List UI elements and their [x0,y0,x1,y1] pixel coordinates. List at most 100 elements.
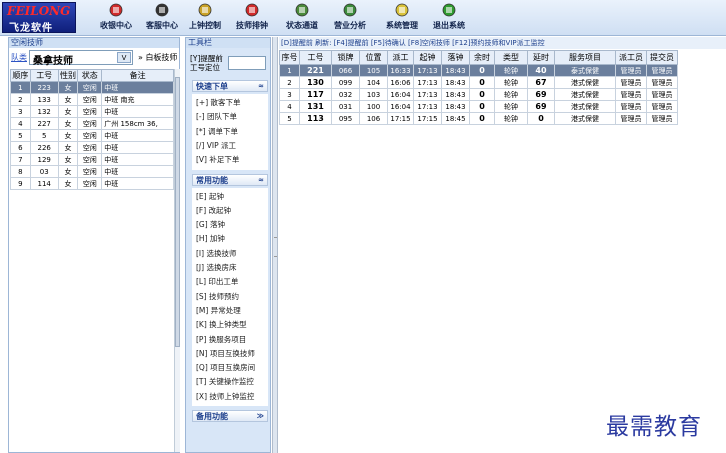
white-board-link[interactable]: » 白板技师 [138,52,177,63]
tool-item[interactable]: [X] 技师上钟监控 [192,389,268,404]
tool-item[interactable]: [J] 选换房床 [192,261,268,275]
table-row[interactable]: 3 117 032 103 16:04 17:13 18:43 0 轮钟 69 港式保健 管理员 管理员 [279,88,678,101]
tool-item[interactable]: [L] 印出工单 [192,275,268,290]
table-row[interactable]: 2 130 099 104 16:06 17:13 18:43 0 轮钟 67 港式保健 管理员 管理员 [279,76,678,89]
collapse-chevron-icon[interactable]: ≈ [258,81,264,92]
column-header[interactable]: 派工员 [615,50,647,65]
tool-item[interactable]: [S] 技师预约 [192,289,268,304]
table-cell: 132 [29,105,59,118]
collapse-chevron-icon[interactable]: ≈ [258,175,264,186]
tool-item[interactable]: [-] 团队下单 [192,110,268,125]
tool-section-header[interactable]: 备用功能 ≫ [192,410,268,422]
table-row[interactable]: 3 132 女空闲 中班 [10,105,174,118]
table-cell: 17:13 [413,76,442,89]
toolbar-button-2[interactable]: 客服中心 [138,2,186,34]
table-cell: 中班 [101,165,174,178]
column-header[interactable]: 提交员 [646,50,678,65]
toolbar-button-1[interactable]: 收银中心 [92,2,140,34]
toolbar-button-5[interactable]: 状态通道 [278,2,326,34]
column-header[interactable]: 性别 [57,69,79,82]
queue-type-value: 桑拿技师 [33,56,73,67]
tool-item[interactable]: [G] 落钟 [192,218,268,233]
column-header[interactable]: 序号 [279,50,300,65]
logo-text-cn: 飞龙软件 [9,23,53,34]
tool-section-header[interactable]: 常用功能 ≈ [192,173,268,186]
table-cell: 17:13 [413,88,442,101]
technician-table-scrollbar[interactable] [174,69,180,452]
table-cell: 17:15 [387,112,414,125]
table-cell: 0 [469,112,495,125]
queue-type-select[interactable]: 桑拿技师 V [29,50,133,67]
toolbar-button-6[interactable]: 营业分析 [326,2,374,34]
employee-id-locate-input[interactable] [228,56,266,70]
column-header[interactable]: 工号 [29,69,59,82]
column-header[interactable]: 备注 [101,69,174,82]
column-header[interactable]: 位置 [359,50,388,65]
toolbar-button-4[interactable]: 技师排钟 [228,2,276,34]
column-header[interactable]: 延时 [527,50,555,65]
tool-item[interactable]: [+] 散客下单 [192,96,268,110]
tools-panel: 工具栏 [Y]提醒前 工号定位 快速下单 ≈ [+] 散客下单 [-] 团队下单 [*]… [185,37,271,453]
column-header[interactable]: 状态 [77,69,103,82]
tool-item[interactable]: [T] 关键操作监控 [192,375,268,390]
table-row[interactable]: 5 113 095 106 17:15 17:15 18:45 0 轮钟 0 港式保健 管理员 管理员 [279,112,678,125]
orders-table: 序号 工号 锁牌 位置 派工 起钟 落钟 余时 类型 延时 服务项目 派工员 提交员 1 221 066 10… [279,50,678,125]
table-cell: 18:43 [441,88,470,101]
tool-section-header[interactable]: 快速下单 ≈ [192,80,268,92]
table-row[interactable]: 7 129 女空闲 中班 [10,153,174,166]
table-cell: 港式保健 [554,88,616,101]
toolbar-button-3[interactable]: 上钟控制 [181,2,229,34]
scrollbar-thumb[interactable] [175,77,180,347]
table-row[interactable]: 5 5 女空闲 中班 [10,129,174,142]
toolbar-button-8[interactable]: 退出系统 [425,2,473,34]
table-cell: 105 [359,64,388,77]
tool-item[interactable]: [N] 项目互换技师 [192,346,268,361]
table-cell: 中班 [101,141,174,154]
table-cell: 3 [10,105,31,118]
tool-item[interactable]: [F] 改起钟 [192,203,268,218]
tool-item[interactable]: [/] VIP 派工 [192,138,268,153]
tool-item[interactable]: [Q] 项目互换房间 [192,361,268,376]
table-cell: 中班 [101,81,174,94]
tool-item[interactable]: [M] 异常处理 [192,303,268,318]
table-cell: 空闲 [77,129,103,142]
splitter-grip[interactable] [274,237,277,257]
tool-item[interactable]: [*] 调单下单 [192,124,268,139]
chevron-down-icon[interactable]: V [117,52,131,63]
column-header[interactable]: 余时 [469,50,495,65]
table-row[interactable]: 1 223 女空闲 中班 [10,81,174,94]
table-cell: 女 [57,105,79,118]
collapse-chevron-icon[interactable]: ≫ [257,411,264,422]
table-row[interactable]: 9 114 女空闲 中班 [10,177,174,190]
table-row[interactable]: 1 221 066 105 16:33 17:13 18:43 0 轮钟 40 泰式保健 管理员 管理员 [279,64,678,77]
queue-type-link[interactable]: 队类 [11,52,27,63]
table-row[interactable]: 2 133 女空闲 中班 南充 [10,93,174,106]
tool-item[interactable]: [H] 加钟 [192,232,268,247]
tool-item[interactable]: [V] 补足下单 [192,153,268,168]
table-cell: 空闲 [77,165,103,178]
tool-item[interactable]: [K] 换上钟类型 [192,318,268,333]
table-row[interactable]: 4 227 女空闲 广州 158cm 36, [10,117,174,130]
locate-label-line2: 工号定位 [190,63,220,72]
table-row[interactable]: 4 131 031 100 16:04 17:13 18:43 0 轮钟 69 港式保健 管理员 管理员 [279,100,678,113]
table-row[interactable]: 8 03 女空闲 中班 [10,165,174,178]
column-header[interactable]: 起钟 [413,50,442,65]
table-cell: 100 [359,100,388,113]
table-row[interactable]: 6 226 女空闲 中班 [10,141,174,154]
column-header[interactable]: 顺序 [10,69,31,82]
table-cell: 131 [299,100,332,113]
column-header[interactable]: 工号 [299,50,332,65]
tool-item[interactable]: [I] 选换技师 [192,246,268,261]
customer-service-icon [153,2,171,18]
tool-item[interactable]: [E] 起钟 [192,189,268,204]
panel-splitter[interactable] [272,37,278,453]
table-cell: 18:43 [441,64,470,77]
column-header[interactable]: 派工 [387,50,414,65]
column-header[interactable]: 锁牌 [331,50,360,65]
column-header[interactable]: 类型 [494,50,528,65]
table-cell: 17:13 [413,100,442,113]
column-header[interactable]: 落钟 [441,50,470,65]
tool-item[interactable]: [P] 换服务项目 [192,332,268,347]
column-header[interactable]: 服务项目 [554,50,616,65]
toolbar-button-7[interactable]: 系统管理 [378,2,426,34]
